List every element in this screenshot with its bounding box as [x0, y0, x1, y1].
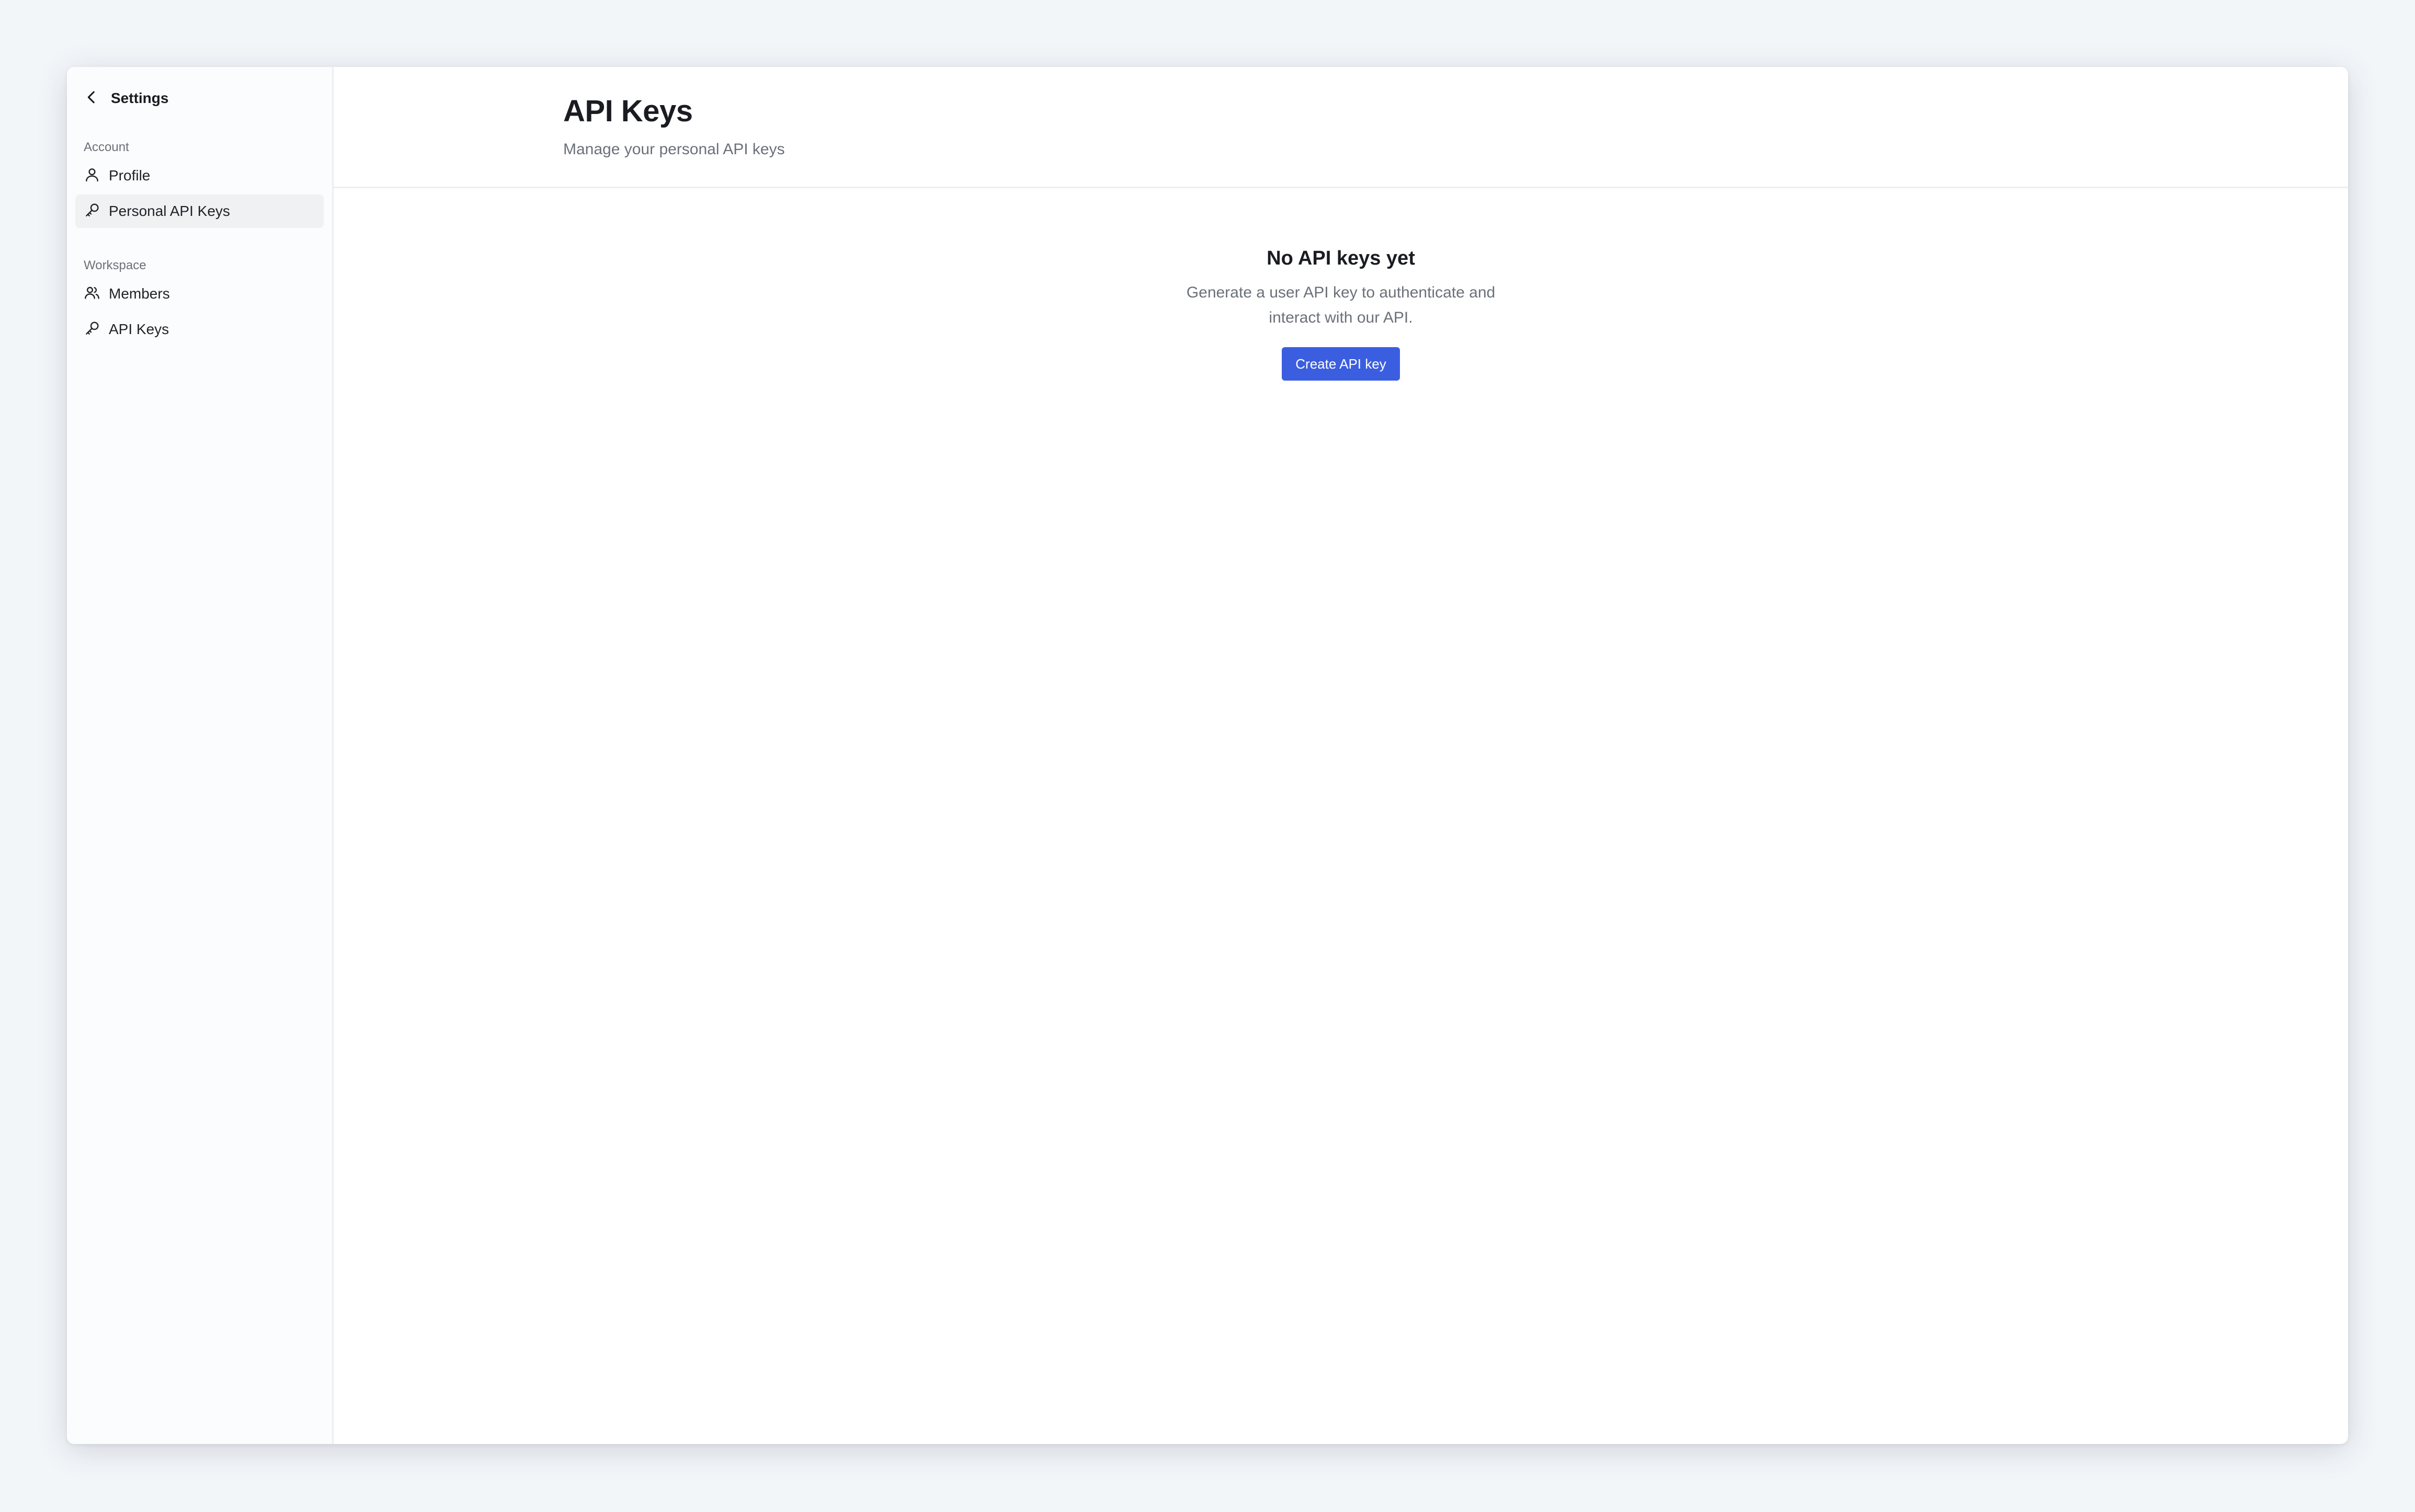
page-header: API Keys Manage your personal API keys: [334, 67, 2348, 188]
settings-window: Settings Account Profile Personal API Ke…: [67, 67, 2348, 1444]
sidebar-item-profile[interactable]: Profile: [75, 159, 324, 192]
back-label: Settings: [111, 90, 169, 106]
chevron-left-icon: [83, 88, 111, 109]
page-title: API Keys: [563, 94, 693, 128]
empty-state: No API keys yet Generate a user API key …: [334, 246, 2348, 381]
sidebar-item-members[interactable]: Members: [75, 277, 324, 311]
user-icon: [84, 166, 109, 186]
page-subtitle: Manage your personal API keys: [563, 141, 785, 158]
sidebar-item-label: Personal API Keys: [109, 203, 230, 219]
key-icon: [84, 202, 109, 221]
sidebar-item-label: Profile: [109, 167, 151, 184]
main-content: API Keys Manage your personal API keys N…: [334, 67, 2348, 1444]
sidebar-item-personal-api-keys[interactable]: Personal API Keys: [75, 194, 324, 228]
section-label-workspace: Workspace: [84, 258, 146, 272]
sidebar-item-label: API Keys: [109, 321, 169, 337]
empty-state-title: No API keys yet: [1267, 247, 1415, 269]
create-api-key-button[interactable]: Create API key: [1282, 347, 1400, 381]
settings-sidebar: Settings Account Profile Personal API Ke…: [67, 67, 334, 1444]
users-icon: [84, 284, 109, 304]
key-icon: [84, 320, 109, 339]
sidebar-item-api-keys[interactable]: API Keys: [75, 313, 324, 346]
section-label-account: Account: [84, 140, 129, 154]
sidebar-item-label: Members: [109, 285, 170, 302]
back-to-settings-button[interactable]: Settings: [67, 82, 332, 115]
empty-state-description: Generate a user API key to authenticate …: [1186, 284, 1496, 326]
